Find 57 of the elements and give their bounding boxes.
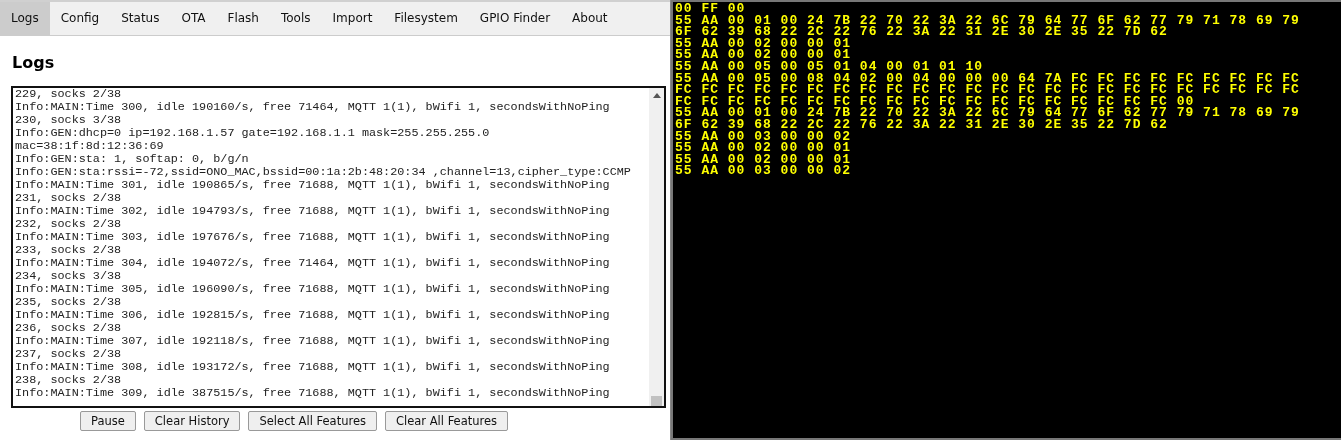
hex-line: 55 AA 00 03 00 00 02	[675, 130, 852, 143]
tab[interactable]: Flash	[216, 2, 270, 35]
log-line: 230, socks 3/38	[15, 114, 123, 127]
hex-line: 55 AA 00 05 00 05 01 04 00 01 01 10	[675, 60, 984, 73]
hex-line: 55 AA 00 02 00 00 01	[675, 37, 852, 50]
log-line: 235, socks 2/38	[15, 296, 123, 309]
action-button[interactable]: Pause	[80, 411, 136, 431]
log-line: Info:MAIN:Time 309, idle 387515/s, free 71688, MQTT 1(1), bWifi 1, secondsWithNoPing	[15, 387, 611, 400]
tab[interactable]: Status	[110, 2, 171, 35]
tab[interactable]: About	[561, 2, 619, 35]
hex-line: 6F 62 39 68 22 2C 22 76 22 3A 22 31 2E 30 2E 35 22 7D 62	[675, 118, 1168, 131]
hex-line: 6F 62 39 68 22 2C 22 76 22 3A 22 31 2E 30 2E 35 22 7D 62	[675, 26, 1168, 38]
tab[interactable]: OTA	[170, 2, 217, 35]
log-line: mac=38:1f:8d:12:36:69	[15, 140, 165, 153]
log-line: Info:GEN:sta: 1, softap: 0, b/g/n	[15, 153, 250, 166]
log-line: 233, socks 2/38	[15, 244, 123, 257]
scroll-thumb[interactable]	[651, 396, 662, 406]
log-line: Info:GEN:sta:rssi=-72,ssid=ONO_MAC,bssid=00:1a:2b:48:20:34 ,channel=13,cipher_type:CCMP	[15, 166, 632, 179]
action-button[interactable]: Select All Features	[248, 411, 377, 431]
log-line: Info:MAIN:Time 300, idle 190160/s, free 71464, MQTT 1(1), bWifi 1, secondsWithNoPing	[15, 101, 611, 114]
log-line: Info:MAIN:Time 303, idle 197676/s, free 71688, MQTT 1(1), bWifi 1, secondsWithNoPing	[15, 231, 611, 244]
log-line: Info:MAIN:Time 302, idle 194793/s, free 71688, MQTT 1(1), bWifi 1, secondsWithNoPing	[15, 205, 611, 218]
tab[interactable]: Filesystem	[383, 2, 469, 35]
hex-line: 00 FF 00	[675, 3, 746, 15]
log-line: 229, socks 2/38	[15, 88, 123, 101]
hex-line: 55 AA 00 05 00 08 04 02 00 04 00 00 00 64 7A FC FC FC FC FC FC FC FC FC	[675, 72, 1300, 85]
hex-line: 55 AA 00 03 00 00 02	[675, 165, 852, 177]
page-heading: Logs	[12, 52, 56, 74]
log-line: Info:MAIN:Time 304, idle 194072/s, free 71464, MQTT 1(1), bWifi 1, secondsWithNoPing	[15, 257, 611, 270]
log-line: 236, socks 2/38	[15, 322, 123, 335]
hex-line: 55 AA 00 01 00 24 7B 22 70 22 3A 22 6C 79 64 77 6F 62 77 79 71 78 69 79	[675, 107, 1300, 119]
hex-line: 55 AA 00 02 00 00 01	[675, 142, 852, 154]
hex-line: 55 AA 00 02 00 00 01	[675, 153, 852, 166]
tab[interactable]: GPIO Finder	[468, 2, 562, 35]
log-line: Info:MAIN:Time 306, idle 192815/s, free 71688, MQTT 1(1), bWifi 1, secondsWithNoPing	[15, 309, 611, 322]
log-line: 237, socks 2/38	[15, 348, 123, 361]
tab[interactable]: Tools	[269, 2, 322, 35]
log-line: 231, socks 2/38	[15, 192, 123, 205]
hex-line: FC FC FC FC FC FC FC FC FC FC FC FC FC FC FC FC FC FC FC 00	[675, 95, 1195, 108]
scrollbar[interactable]	[649, 88, 664, 406]
log-line: Info:MAIN:Time 301, idle 190865/s, free 71688, MQTT 1(1), bWifi 1, secondsWithNoPing	[15, 179, 611, 192]
tab[interactable]: Logs	[0, 2, 50, 35]
scroll-up-icon[interactable]	[652, 93, 661, 98]
hex-line: 55 AA 00 01 00 24 7B 22 70 22 3A 22 6C 79 64 77 6F 62 77 79 71 78 69 79	[675, 14, 1300, 27]
hex-line: FC FC FC FC FC FC FC FC FC FC FC FC FC FC FC FC FC FC FC FC FC FC FC FC	[675, 84, 1300, 96]
log-line: Info:GEN:dhcp=0 ip=192.168.1.57 gate=192.168.1.1 mask=255.255.255.0	[15, 127, 491, 140]
log-line: 238, socks 2/38	[15, 374, 123, 387]
log-line: Info:MAIN:Time 307, idle 192118/s, free 71688, MQTT 1(1), bWifi 1, secondsWithNoPing	[15, 335, 611, 348]
action-button[interactable]: Clear All Features	[385, 411, 509, 431]
log-line: 232, socks 2/38	[15, 218, 123, 231]
action-button[interactable]: Clear History	[143, 411, 241, 431]
log-line: Info:MAIN:Time 305, idle 196090/s, free 71688, MQTT 1(1), bWifi 1, secondsWithNoPing	[15, 283, 611, 296]
tab[interactable]: Config	[49, 2, 111, 35]
hex-line: 55 AA 00 02 00 00 01	[675, 49, 852, 61]
log-line: 234, socks 3/38	[15, 270, 123, 283]
log-line: Info:MAIN:Time 308, idle 193172/s, free 71688, MQTT 1(1), bWifi 1, secondsWithNoPing	[15, 361, 611, 374]
tab[interactable]: Import	[321, 2, 384, 35]
